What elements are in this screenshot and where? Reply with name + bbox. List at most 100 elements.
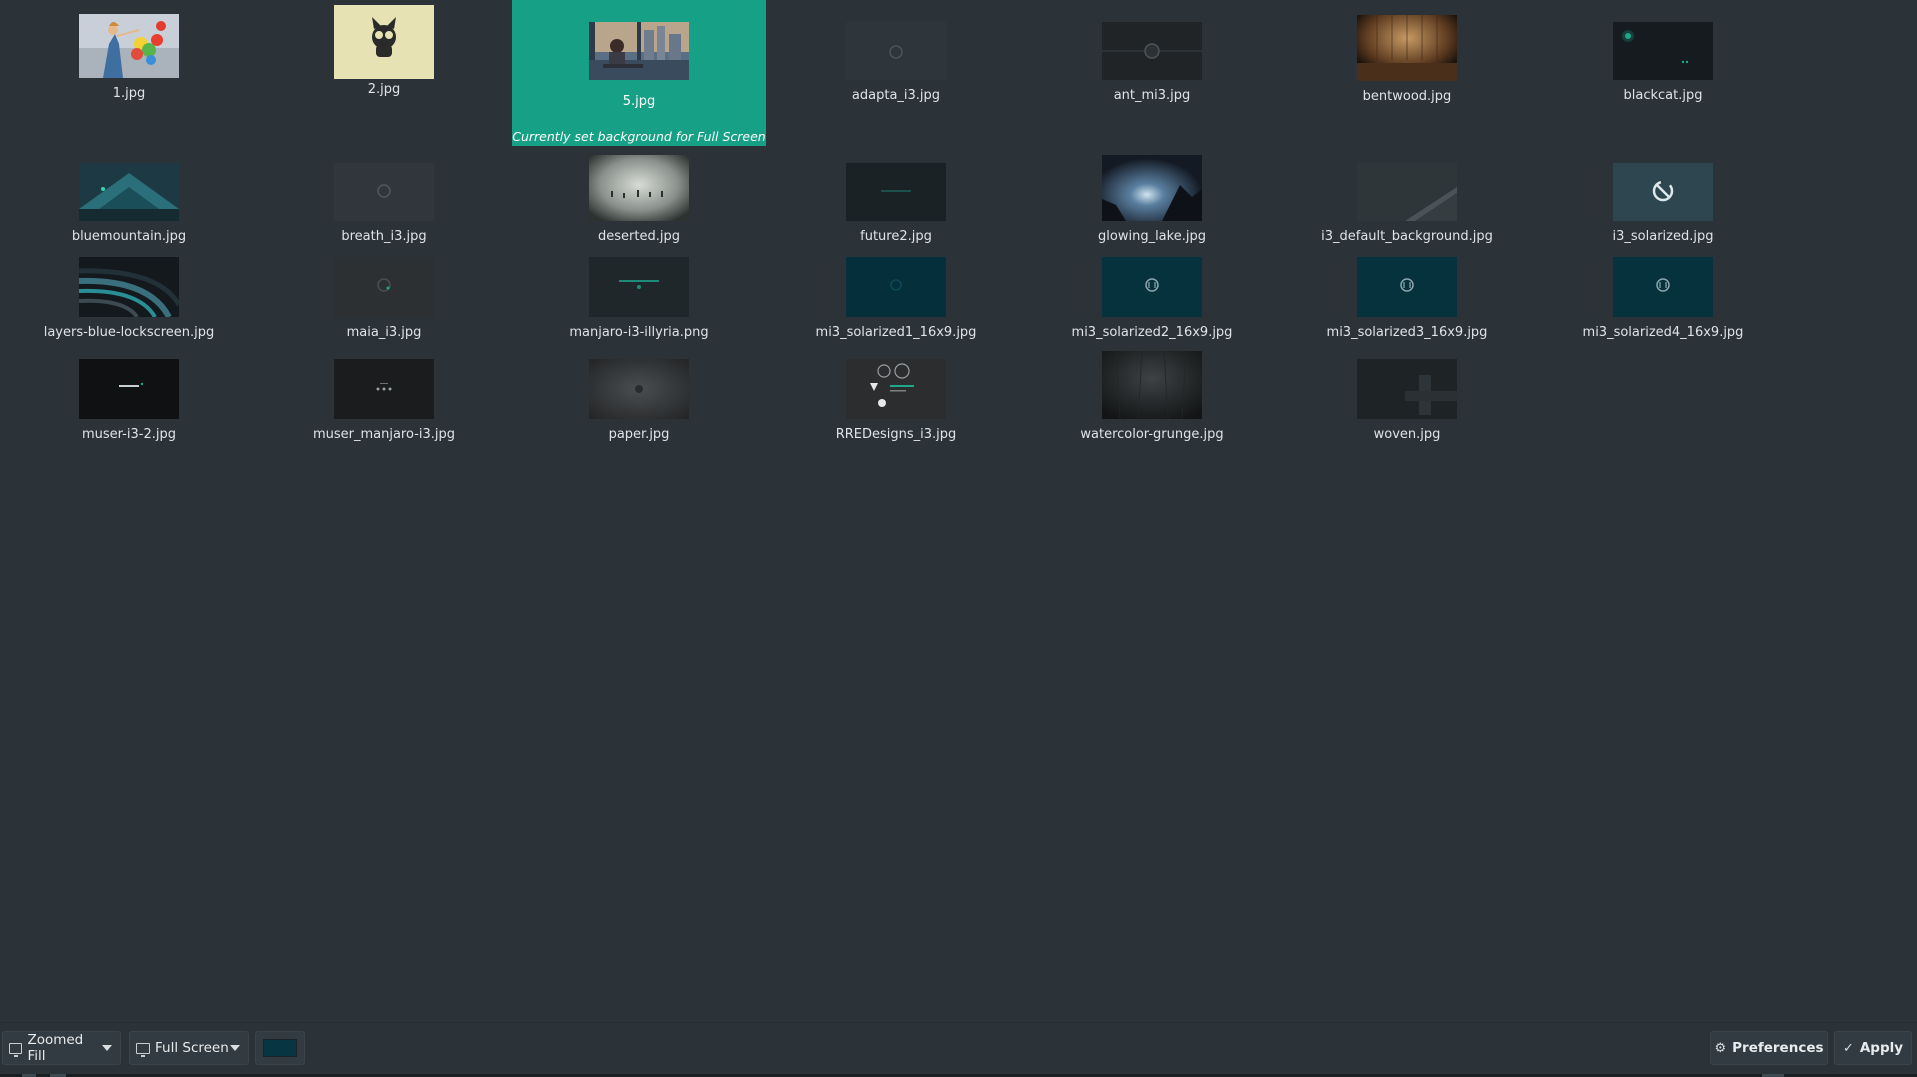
wallpaper-tile-2[interactable]: 2.jpg (257, 0, 511, 146)
wallpaper-tile-6[interactable]: bentwood.jpg (1280, 0, 1534, 146)
chevron-down-icon (102, 1045, 112, 1051)
display-icon (9, 1042, 23, 1057)
wallpaper-filename: layers-blue-lockscreen.jpg (43, 325, 215, 340)
wallpaper-tile-23[interactable]: muser_manjaro-i3.jpg (257, 346, 511, 442)
monitor-icon (136, 1042, 150, 1057)
wallpaper-tile-8[interactable]: bluemountain.jpg (2, 150, 256, 244)
balloons-girl-thumbnail (79, 14, 179, 78)
wallpaper-filename: muser_manjaro-i3.jpg (312, 427, 456, 442)
wallpaper-app-window: 1.jpg 2.jpg 5.jpg Currently set backgrou… (0, 0, 1917, 1077)
wallpaper-filename: mi3_solarized4_16x9.jpg (1582, 325, 1744, 340)
wallpaper-filename: manjaro-i3-illyria.png (569, 325, 709, 340)
wallpaper-filename: mi3_solarized2_16x9.jpg (1071, 325, 1233, 340)
wallpaper-tile-24[interactable]: paper.jpg (512, 346, 766, 442)
wallpaper-filename: maia_i3.jpg (346, 325, 422, 340)
wallpaper-tile-25[interactable]: RREDesigns_i3.jpg (769, 346, 1023, 442)
wallpaper-tile-1[interactable]: 1.jpg (2, 0, 256, 146)
wallpaper-filename: adapta_i3.jpg (851, 88, 941, 103)
solarized-logo-thumbnail (1613, 163, 1713, 221)
wallpaper-tile-19[interactable]: mi3_solarized2_16x9.jpg (1025, 244, 1279, 340)
apply-button[interactable]: ✓ Apply (1834, 1031, 1912, 1065)
black-cat-thumbnail (1613, 22, 1713, 80)
wallpaper-filename: muser-i3-2.jpg (82, 427, 176, 442)
wallpaper-tile-27[interactable]: woven.jpg (1280, 346, 1534, 442)
preferences-icon: ⚙ (1714, 1040, 1727, 1056)
desert-thumbnail (589, 155, 689, 221)
solarized-logo-thumbnail (1357, 257, 1457, 317)
dark-logo-thumbnail (334, 163, 434, 221)
dark-line-thumbnail (846, 163, 946, 221)
wallpaper-tile-21[interactable]: mi3_solarized4_16x9.jpg (1536, 244, 1790, 340)
wallpaper-filename: breath_i3.jpg (341, 229, 427, 244)
wallpaper-tile-22[interactable]: muser-i3-2.jpg (2, 346, 256, 442)
wood-thumbnail (1357, 15, 1457, 81)
solarized-thumbnail (846, 257, 946, 317)
wallpaper-filename: future2.jpg (860, 229, 932, 244)
solarized-logo-thumbnail (1102, 257, 1202, 317)
current-background-label: Currently set background for Full Screen (512, 129, 766, 144)
wallpaper-tile-selected[interactable]: 5.jpg Currently set background for Full … (512, 0, 766, 146)
city-window-thumbnail (589, 22, 689, 86)
monitor-label: Full Screen (155, 1040, 229, 1056)
wallpaper-tile-20[interactable]: mi3_solarized3_16x9.jpg (1280, 244, 1534, 340)
cat-logo-thumbnail (334, 5, 434, 79)
wallpaper-filename: ant_mi3.jpg (1113, 88, 1191, 103)
wallpaper-filename: glowing_lake.jpg (1098, 229, 1206, 244)
wallpaper-tile-18[interactable]: mi3_solarized1_16x9.jpg (769, 244, 1023, 340)
fill-mode-label: Zoomed Fill (27, 1032, 84, 1064)
wallpaper-tile-14[interactable]: i3_solarized.jpg (1536, 150, 1790, 244)
preferences-label: Preferences (1732, 1040, 1824, 1056)
color-swatch (263, 1039, 297, 1057)
dark-logo-thumbnail (334, 257, 434, 317)
wallpaper-filename: 1.jpg (112, 86, 146, 101)
bottom-toolbar: Zoomed Fill Full Screen ⚙ Preferences ✓ … (0, 1022, 1917, 1077)
wallpaper-filename: watercolor-grunge.jpg (1080, 427, 1224, 442)
background-color-button[interactable] (255, 1031, 305, 1065)
wallpaper-filename: RREDesigns_i3.jpg (835, 427, 957, 442)
wallpaper-tile-5[interactable]: ant_mi3.jpg (1025, 0, 1279, 146)
black-dots-thumbnail (334, 359, 434, 419)
checkmark-icon: ✓ (1842, 1040, 1854, 1056)
solarized-logo-thumbnail (1613, 257, 1713, 317)
wallpaper-filename: mi3_solarized1_16x9.jpg (815, 325, 977, 340)
woven-thumbnail (1357, 359, 1457, 419)
apply-label: Apply (1859, 1040, 1904, 1056)
dark-logo-thumbnail (846, 22, 946, 80)
paper-thumbnail (589, 359, 689, 419)
wallpaper-tile-16[interactable]: maia_i3.jpg (257, 244, 511, 340)
wallpaper-tile-12[interactable]: glowing_lake.jpg (1025, 150, 1279, 244)
wallpaper-tile-11[interactable]: future2.jpg (769, 150, 1023, 244)
chevron-down-icon (230, 1045, 240, 1051)
wallpaper-filename: i3_solarized.jpg (1612, 229, 1714, 244)
layers-thumbnail (79, 257, 179, 317)
grey-diagonal-thumbnail (1357, 163, 1457, 221)
illyria-thumbnail (589, 257, 689, 317)
wallpaper-tile-4[interactable]: adapta_i3.jpg (769, 0, 1023, 146)
rredesigns-thumbnail (846, 359, 946, 419)
lake-thumbnail (1102, 155, 1202, 221)
wallpaper-tile-10[interactable]: deserted.jpg (512, 150, 766, 244)
wallpaper-tile-26[interactable]: watercolor-grunge.jpg (1025, 346, 1279, 442)
wallpaper-filename: woven.jpg (1373, 427, 1441, 442)
wallpaper-filename: bluemountain.jpg (71, 229, 187, 244)
wallpaper-filename: bentwood.jpg (1362, 89, 1452, 104)
wallpaper-tile-9[interactable]: breath_i3.jpg (257, 150, 511, 244)
wallpaper-filename: 2.jpg (367, 82, 401, 97)
mountain-thumbnail (79, 163, 179, 221)
wallpaper-tile-13[interactable]: i3_default_background.jpg (1280, 150, 1534, 244)
wallpaper-filename: i3_default_background.jpg (1321, 229, 1493, 244)
monitor-dropdown[interactable]: Full Screen (129, 1031, 249, 1065)
wallpaper-filename: paper.jpg (608, 427, 670, 442)
wallpaper-filename: deserted.jpg (598, 229, 680, 244)
dark-logo-thumbnail (1102, 22, 1202, 80)
wallpaper-filename: 5.jpg (622, 94, 656, 109)
wallpaper-tile-15[interactable]: layers-blue-lockscreen.jpg (2, 244, 256, 340)
wallpaper-filename: mi3_solarized3_16x9.jpg (1326, 325, 1488, 340)
black-text-thumbnail (79, 359, 179, 419)
wallpaper-tile-7[interactable]: blackcat.jpg (1536, 0, 1790, 146)
wallpaper-filename: blackcat.jpg (1623, 88, 1703, 103)
preferences-button[interactable]: ⚙ Preferences (1710, 1031, 1828, 1065)
wallpaper-tile-17[interactable]: manjaro-i3-illyria.png (512, 244, 766, 340)
grunge-thumbnail (1102, 351, 1202, 419)
fill-mode-dropdown[interactable]: Zoomed Fill (2, 1031, 121, 1065)
